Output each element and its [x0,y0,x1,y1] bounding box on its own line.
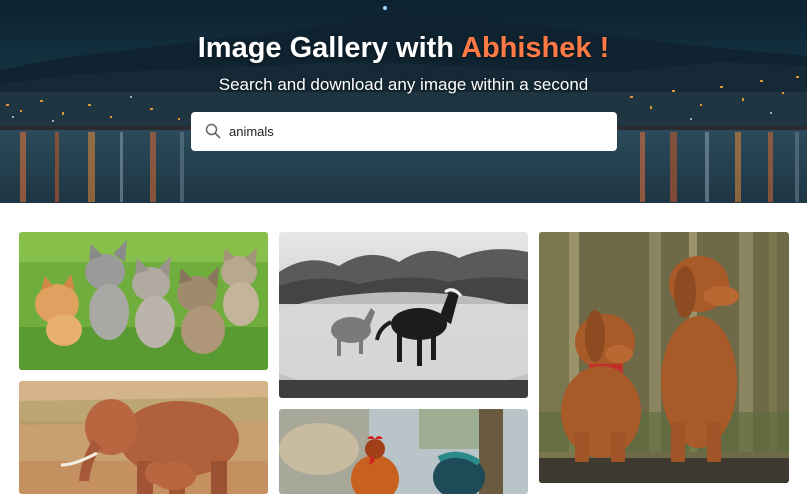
dogs-photo[interactable] [539,232,789,483]
page-subtitle: Search and download any image within a s… [218,75,589,94]
kittens-photo[interactable] [19,232,268,370]
search-bar[interactable] [191,112,617,151]
search-input[interactable] [229,120,599,142]
elephants-photo[interactable] [19,381,268,494]
title-accent: Abhishek ! [461,32,610,64]
city-skyline-background [0,6,807,203]
title-prefix: Image Gallery with [197,32,461,64]
page-title: Image Gallery with Abhishek ! [0,32,807,65]
search-icon [205,123,221,139]
hero-banner: Image Gallery with Abhishek ! Search and… [0,0,807,203]
rooster-photo[interactable] [279,409,528,494]
horses-photo[interactable] [279,232,528,398]
